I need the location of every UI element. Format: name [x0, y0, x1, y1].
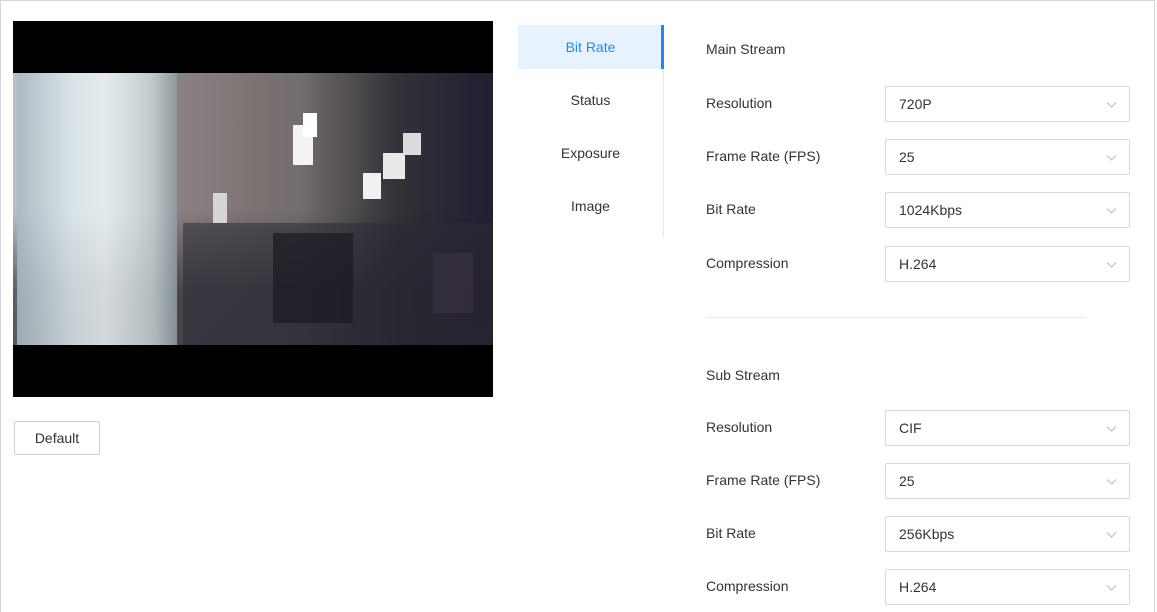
chevron-down-icon: [1106, 155, 1117, 161]
tab-bit-rate[interactable]: Bit Rate: [518, 25, 664, 69]
sub-bit-rate-row: Bit Rate 256Kbps: [706, 516, 1130, 552]
main-frame-rate-select[interactable]: 25: [885, 139, 1130, 175]
sub-stream-title: Sub Stream: [706, 367, 780, 383]
main-resolution-select[interactable]: 720P: [885, 86, 1130, 122]
chevron-down-icon: [1106, 479, 1117, 485]
sub-compression-select[interactable]: H.264: [885, 569, 1130, 605]
main-bit-rate-label: Bit Rate: [706, 201, 756, 217]
sub-bit-rate-select[interactable]: 256Kbps: [885, 516, 1130, 552]
main-compression-select[interactable]: H.264: [885, 246, 1130, 282]
chevron-down-icon: [1106, 262, 1117, 268]
sub-bit-rate-label: Bit Rate: [706, 525, 756, 541]
tab-status[interactable]: Status: [518, 78, 663, 122]
tab-exposure[interactable]: Exposure: [518, 131, 663, 175]
chevron-down-icon: [1106, 532, 1117, 538]
chevron-down-icon: [1106, 585, 1117, 591]
main-compression-value: H.264: [899, 256, 937, 272]
settings-tabs: Bit Rate Status Exposure Image: [518, 25, 664, 237]
sub-resolution-value: CIF: [899, 420, 922, 436]
main-stream-title: Main Stream: [706, 41, 786, 57]
main-resolution-row: Resolution 720P: [706, 86, 1130, 122]
sub-compression-label: Compression: [706, 578, 789, 594]
sub-resolution-label: Resolution: [706, 419, 773, 435]
main-resolution-value: 720P: [899, 96, 932, 112]
sub-resolution-select[interactable]: CIF: [885, 410, 1130, 446]
default-button[interactable]: Default: [14, 421, 100, 455]
main-frame-rate-value: 25: [899, 149, 915, 165]
sub-bit-rate-value: 256Kbps: [899, 526, 955, 542]
sub-frame-rate-row: Frame Rate (FPS) 25: [706, 463, 1130, 499]
main-bit-rate-row: Bit Rate 1024Kbps: [706, 192, 1130, 228]
main-compression-row: Compression H.264: [706, 246, 1130, 282]
camera-image: [13, 73, 493, 345]
video-preview: [13, 21, 493, 397]
chevron-down-icon: [1106, 208, 1117, 214]
main-compression-label: Compression: [706, 255, 789, 271]
chevron-down-icon: [1106, 102, 1117, 108]
main-resolution-label: Resolution: [706, 95, 773, 111]
section-divider: [706, 317, 1086, 318]
main-frame-rate-label: Frame Rate (FPS): [706, 148, 821, 164]
sub-resolution-row: Resolution CIF: [706, 410, 1130, 446]
sub-compression-row: Compression H.264: [706, 569, 1130, 605]
main-frame-rate-row: Frame Rate (FPS) 25: [706, 139, 1130, 175]
sub-compression-value: H.264: [899, 579, 937, 595]
sub-frame-rate-select[interactable]: 25: [885, 463, 1130, 499]
chevron-down-icon: [1106, 426, 1117, 432]
sub-frame-rate-value: 25: [899, 473, 915, 489]
main-bit-rate-value: 1024Kbps: [899, 202, 963, 218]
tab-image[interactable]: Image: [518, 184, 663, 228]
main-bit-rate-select[interactable]: 1024Kbps: [885, 192, 1130, 228]
sub-frame-rate-label: Frame Rate (FPS): [706, 472, 821, 488]
